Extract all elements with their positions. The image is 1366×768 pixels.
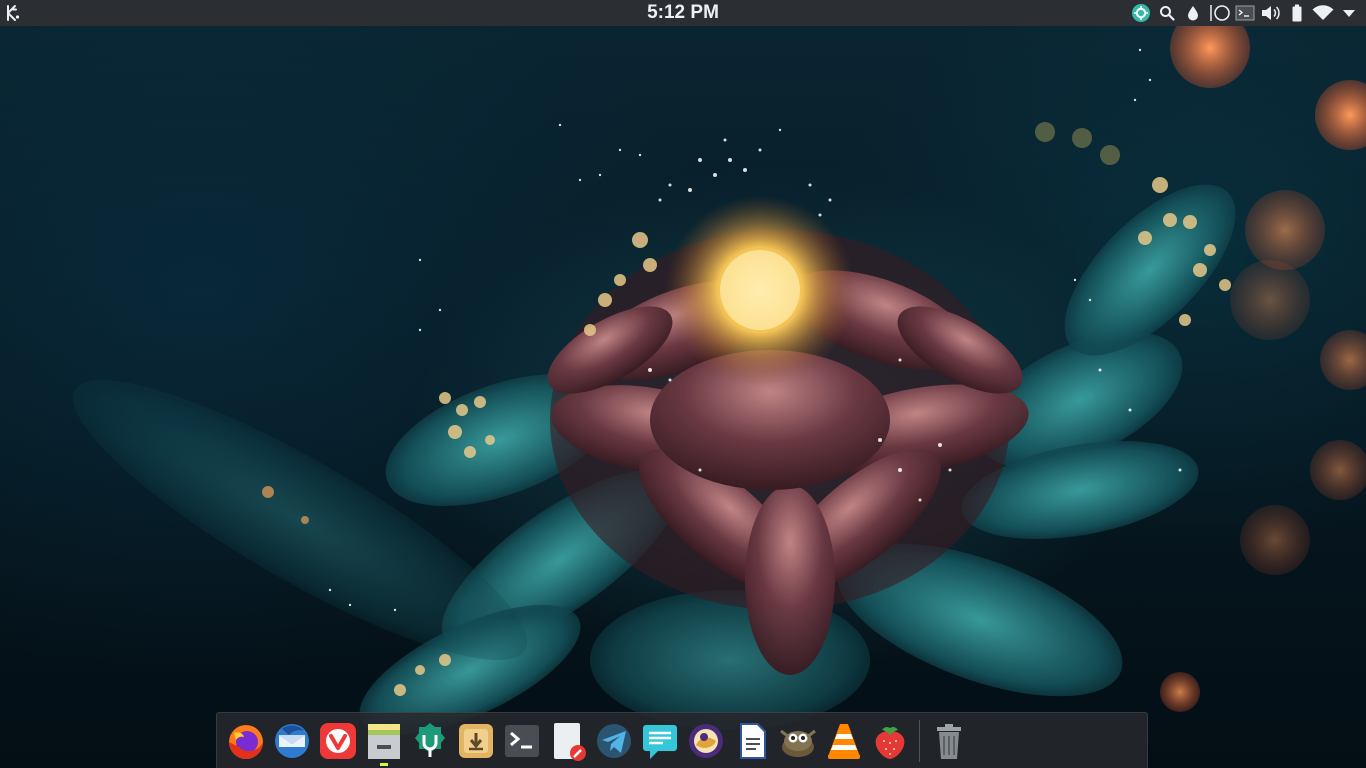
- strawberry-icon: [875, 726, 905, 759]
- top-panel: 5:12 PM: [0, 0, 1366, 26]
- opensuse-update-icon: [1132, 4, 1150, 22]
- system-tray: [1130, 0, 1360, 26]
- kde-logo-icon: [7, 5, 20, 21]
- volume-icon: [1262, 6, 1280, 20]
- expand-tray-icon: [1343, 10, 1355, 17]
- terminal-icon: [505, 724, 539, 757]
- vlc-icon: [828, 723, 860, 759]
- network-indicator[interactable]: [1312, 2, 1334, 24]
- flower-artwork: [72, 8, 1366, 736]
- dock-item-discover[interactable]: [407, 716, 453, 766]
- battery-icon: [1292, 4, 1302, 22]
- dock-item-strawberry[interactable]: [867, 716, 913, 766]
- firefox-icon: [229, 724, 263, 759]
- archive-manager-icon: [459, 723, 493, 758]
- night-color-toggle[interactable]: [1208, 2, 1230, 24]
- dock-item-terminal[interactable]: [499, 716, 545, 766]
- dock: [216, 712, 1148, 768]
- dock-item-document-viewer[interactable]: [729, 716, 775, 766]
- volume-control[interactable]: [1260, 2, 1282, 24]
- dock-item-vlc[interactable]: [821, 716, 867, 766]
- digital-clock[interactable]: 5:12 PM: [647, 2, 719, 23]
- desktop-wallpaper: [0, 0, 1366, 768]
- battery-indicator[interactable]: [1286, 2, 1308, 24]
- redshift-icon: [1188, 6, 1198, 21]
- dock-item-trash[interactable]: [926, 716, 972, 766]
- document-viewer-icon: [740, 722, 766, 759]
- dock-item-telegram[interactable]: [591, 716, 637, 766]
- wifi-icon: [1312, 5, 1334, 20]
- dock-item-firefox[interactable]: [223, 716, 269, 766]
- trash-icon: [937, 723, 961, 759]
- dock-item-vivaldi[interactable]: [315, 716, 361, 766]
- dock-item-archive-manager[interactable]: [453, 716, 499, 766]
- search-button[interactable]: [1156, 2, 1178, 24]
- dock-item-thunderbird[interactable]: [269, 716, 315, 766]
- search-icon: [1160, 6, 1175, 21]
- dropdown-terminal-button[interactable]: [1234, 2, 1256, 24]
- dock-separator: [919, 719, 920, 762]
- discover-icon: [415, 722, 445, 757]
- terminal-dropdown-icon: [1235, 5, 1255, 21]
- running-indicator: [380, 762, 388, 766]
- redshift-toggle[interactable]: [1182, 2, 1204, 24]
- thunderbird-icon: [275, 723, 309, 758]
- text-editor-icon: [554, 722, 586, 761]
- application-launcher-button[interactable]: [4, 3, 22, 23]
- night-color-icon: [1210, 5, 1230, 21]
- gimp-icon: [780, 729, 816, 757]
- tor-browser-icon: [689, 723, 723, 758]
- dock-item-file-manager[interactable]: [361, 716, 407, 766]
- telegram-icon: [597, 723, 631, 758]
- vivaldi-icon: [320, 722, 356, 759]
- chat-icon: [643, 724, 677, 759]
- update-notifier-button[interactable]: [1130, 2, 1152, 24]
- dock-item-gimp[interactable]: [775, 716, 821, 766]
- expand-tray-button[interactable]: [1338, 2, 1360, 24]
- dock-item-tor-browser[interactable]: [683, 716, 729, 766]
- dock-item-chat[interactable]: [637, 716, 683, 766]
- file-manager-icon: [368, 723, 400, 759]
- dock-item-text-editor[interactable]: [545, 716, 591, 766]
